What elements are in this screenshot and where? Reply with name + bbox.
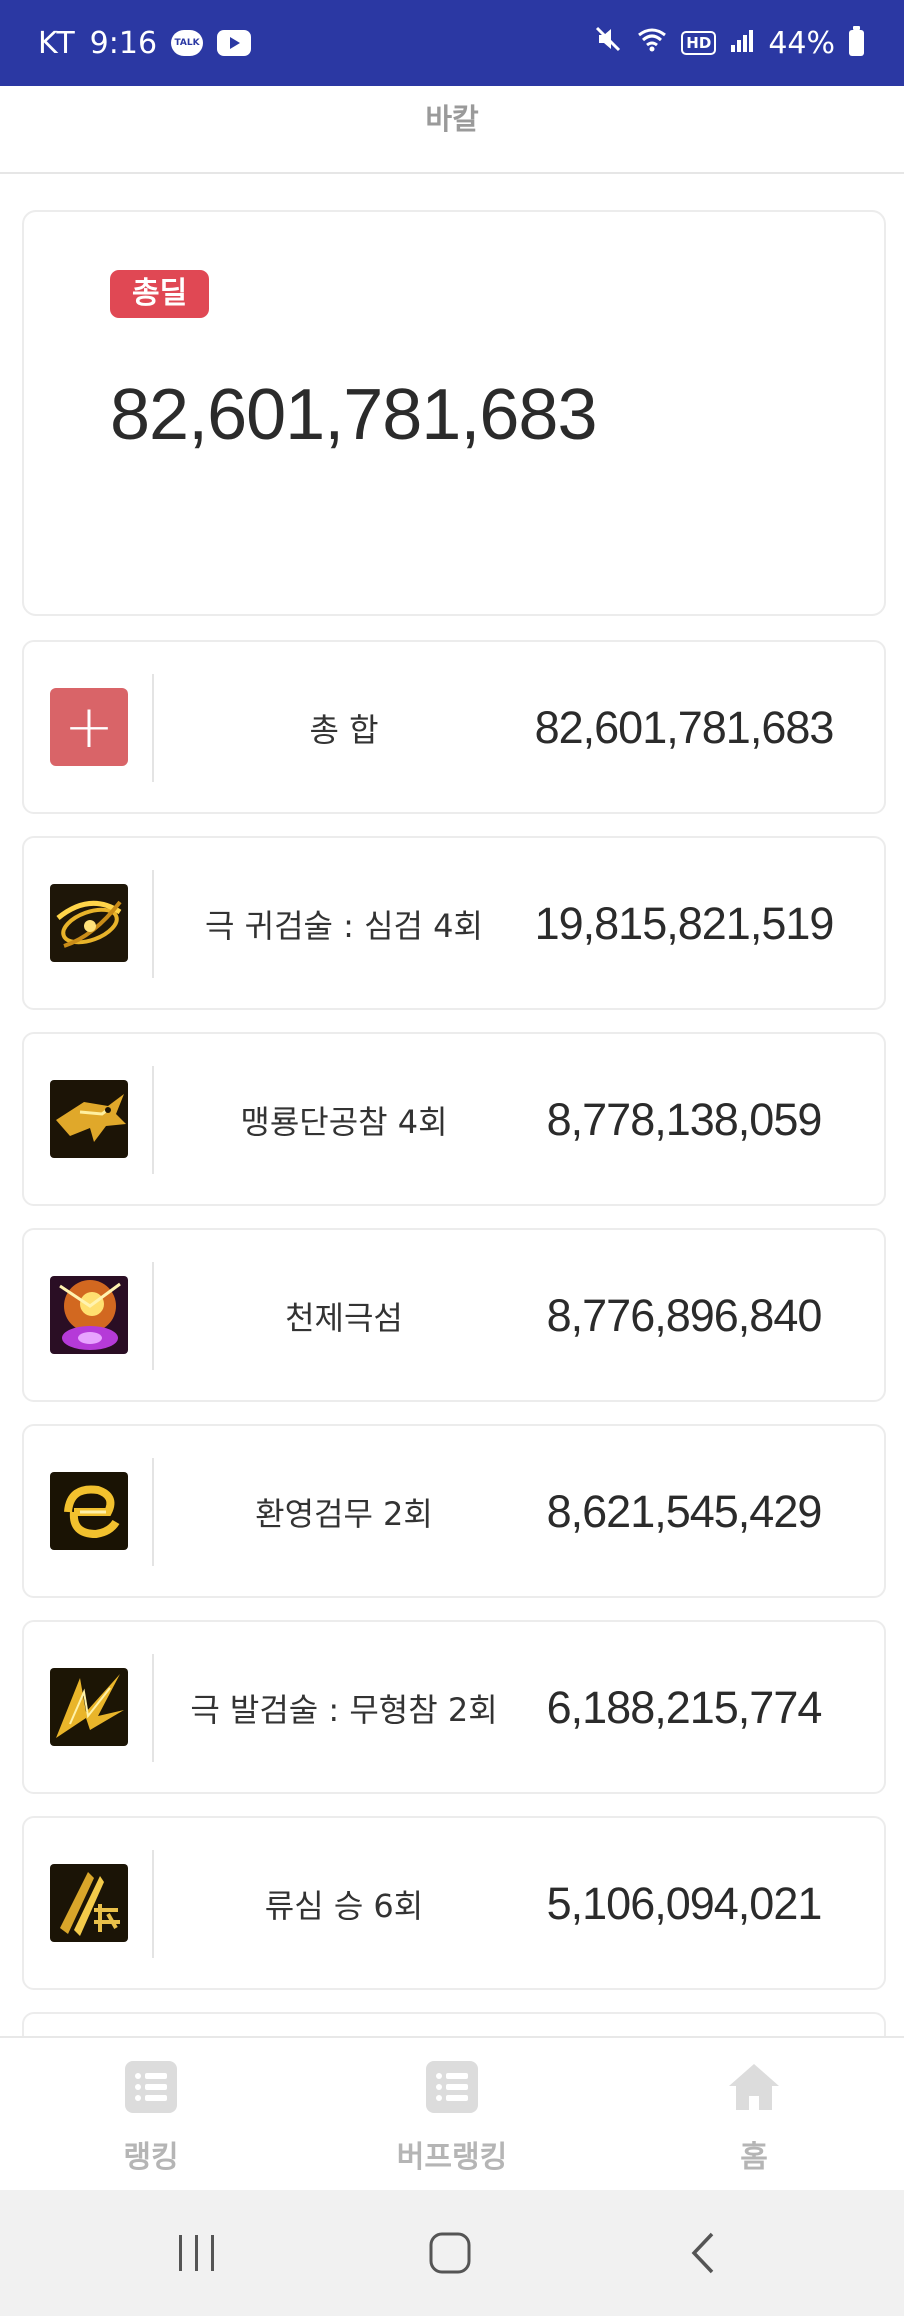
row-divider xyxy=(152,1654,154,1762)
skill-damage: 8,776,896,840 xyxy=(546,1290,823,1341)
page-title: 바칼 xyxy=(425,102,479,136)
nav-buff-ranking[interactable]: 버프랭킹 xyxy=(352,2038,552,2192)
ryusim-icon xyxy=(50,1864,128,1942)
list-icon xyxy=(125,2061,177,2113)
top-bar: 바칼 xyxy=(0,86,904,174)
total-damage-card: 총딜 82,601,781,683 xyxy=(22,210,886,616)
signal-icon xyxy=(730,26,754,61)
flash-icon xyxy=(50,1276,128,1354)
nav-ranking-label: 랭킹 xyxy=(123,2140,179,2175)
nav-home[interactable]: 홈 xyxy=(654,2038,854,2192)
skill-row-partial[interactable] xyxy=(22,2012,886,2036)
slash-burst-icon xyxy=(50,1668,128,1746)
skill-row[interactable]: 환영검무 2회 8,621,545,429 xyxy=(22,1424,886,1598)
kakaotalk-icon: TALK xyxy=(171,30,204,56)
recent-apps-button[interactable] xyxy=(137,2190,257,2316)
skill-row-total[interactable]: + 총 합 82,601,781,683 xyxy=(22,640,886,814)
nav-home-label: 홈 xyxy=(740,2140,768,2175)
row-divider xyxy=(152,1262,154,1370)
plus-icon: + xyxy=(50,688,128,766)
skill-name: 극 발검술 : 무형참 2회 xyxy=(190,1691,498,1729)
skill-damage: 5,106,094,021 xyxy=(546,1878,823,1929)
battery-icon xyxy=(849,26,864,56)
skill-row[interactable]: 천제극섬 8,776,896,840 xyxy=(22,1228,886,1402)
wifi-icon xyxy=(637,25,667,61)
battery-percent: 44% xyxy=(768,25,835,61)
skill-name: 류심 승 6회 xyxy=(264,1887,424,1925)
carrier-label: KT xyxy=(38,25,76,61)
back-button[interactable] xyxy=(643,2190,763,2316)
skill-name: 총 합 xyxy=(309,711,379,749)
skill-damage: 82,601,781,683 xyxy=(534,702,835,753)
home-button-icon xyxy=(429,2232,471,2274)
row-divider xyxy=(152,1850,154,1958)
skill-name: 천제극섬 xyxy=(285,1299,403,1337)
system-nav-bar xyxy=(0,2190,904,2316)
total-damage-value: 82,601,781,683 xyxy=(110,375,597,455)
skill-damage: 8,778,138,059 xyxy=(546,1094,823,1145)
row-divider xyxy=(152,674,154,782)
nav-buff-ranking-label: 버프랭킹 xyxy=(396,2140,508,2175)
skill-row[interactable]: 극 발검술 : 무형참 2회 6,188,215,774 xyxy=(22,1620,886,1794)
row-divider xyxy=(152,870,154,978)
skill-row[interactable]: 맹룡단공참 4회 8,778,138,059 xyxy=(22,1032,886,1206)
skill-name: 맹룡단공참 4회 xyxy=(240,1103,448,1141)
skill-damage: 8,621,545,429 xyxy=(546,1486,823,1537)
list-icon xyxy=(426,2061,478,2113)
nav-ranking[interactable]: 랭킹 xyxy=(51,2038,251,2192)
skill-damage: 19,815,821,519 xyxy=(534,898,835,949)
back-icon xyxy=(691,2232,714,2274)
sword-swirl-icon xyxy=(50,884,128,962)
hd-voice-icon: HD xyxy=(681,31,717,55)
home-button[interactable] xyxy=(390,2190,510,2316)
recent-apps-icon xyxy=(179,2235,214,2271)
skill-name: 환영검무 2회 xyxy=(255,1495,433,1533)
skill-row[interactable]: 류심 승 6회 5,106,094,021 xyxy=(22,1816,886,1990)
row-divider xyxy=(152,1066,154,1174)
home-icon xyxy=(729,2064,779,2110)
clock: 9:16 xyxy=(89,25,158,61)
talk-badge-text: TALK xyxy=(174,38,200,48)
skill-damage: 6,188,215,774 xyxy=(546,1682,823,1733)
dragon-icon xyxy=(50,1080,128,1158)
phantom-blade-icon xyxy=(50,1472,128,1550)
bottom-nav: 랭킹 버프랭킹 홈 xyxy=(0,2036,904,2192)
mute-icon xyxy=(593,24,623,62)
skill-name: 극 귀검술 : 심검 4회 xyxy=(205,907,483,945)
damage-content[interactable]: 총딜 82,601,781,683 + 총 합 82,601,781,683 극… xyxy=(0,174,904,2036)
row-divider xyxy=(152,1458,154,1566)
status-bar: KT 9:16 TALK HD 44% xyxy=(0,0,904,86)
skill-row[interactable]: 극 귀검술 : 심검 4회 19,815,821,519 xyxy=(22,836,886,1010)
youtube-icon xyxy=(217,30,252,56)
total-damage-badge: 총딜 xyxy=(110,270,210,318)
